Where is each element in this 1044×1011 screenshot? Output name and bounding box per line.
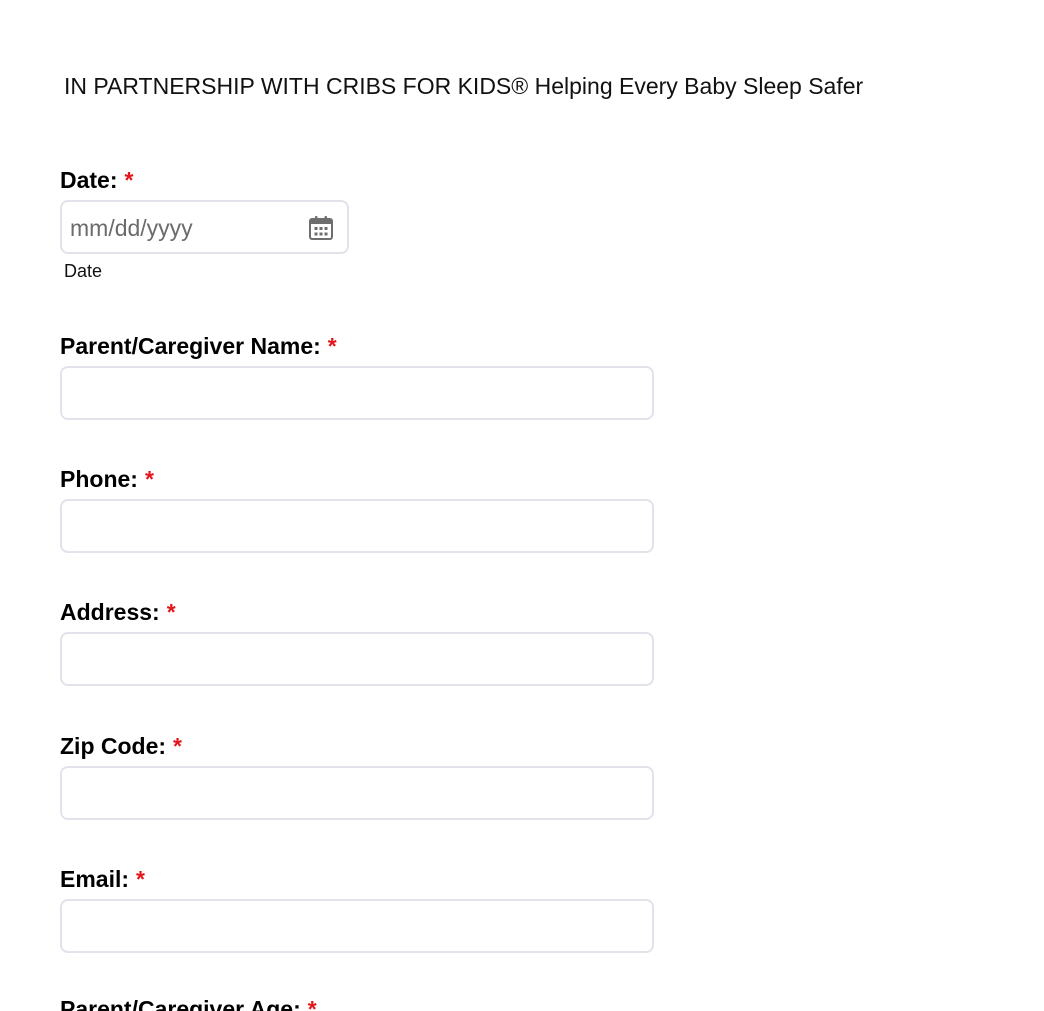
parent-age-label: Parent/Caregiver Age: * — [60, 995, 317, 1011]
email-input[interactable] — [60, 899, 654, 953]
phone-input[interactable] — [60, 499, 654, 553]
calendar-icon[interactable] — [307, 214, 335, 242]
parent-name-label: Parent/Caregiver Name: * — [60, 333, 337, 359]
address-label: Address: * — [60, 599, 176, 625]
required-marker: * — [144, 466, 154, 492]
zip-code-field: Zip Code: * — [60, 732, 654, 820]
date-field: Date: * mm/dd/yyyy Date — [60, 166, 349, 281]
parent-name-field: Parent/Caregiver Name: * — [60, 332, 654, 420]
email-label: Email: * — [60, 866, 145, 892]
required-marker: * — [136, 866, 145, 892]
required-marker: * — [307, 996, 317, 1011]
required-marker: * — [327, 333, 337, 359]
form-page: IN PARTNERSHIP WITH CRIBS FOR KIDS® Help… — [0, 0, 1044, 1011]
address-input[interactable] — [60, 632, 654, 686]
phone-label: Phone: * — [60, 466, 154, 492]
zip-code-label: Zip Code: * — [60, 733, 182, 759]
required-marker: * — [166, 599, 176, 625]
phone-field: Phone: * — [60, 465, 654, 553]
required-marker: * — [124, 167, 134, 193]
required-marker: * — [173, 733, 182, 759]
date-placeholder: mm/dd/yyyy — [70, 215, 193, 241]
address-field: Address: * — [60, 598, 654, 686]
zip-code-input[interactable] — [60, 766, 654, 820]
parent-age-field: Parent/Caregiver Age: * — [60, 995, 317, 1011]
date-input[interactable]: mm/dd/yyyy — [60, 200, 349, 254]
email-field: Email: * — [60, 865, 654, 953]
parent-name-input[interactable] — [60, 366, 654, 420]
date-sublabel: Date — [64, 261, 103, 281]
partnership-header: IN PARTNERSHIP WITH CRIBS FOR KIDS® Help… — [64, 73, 864, 99]
date-label: Date: * — [60, 167, 134, 193]
